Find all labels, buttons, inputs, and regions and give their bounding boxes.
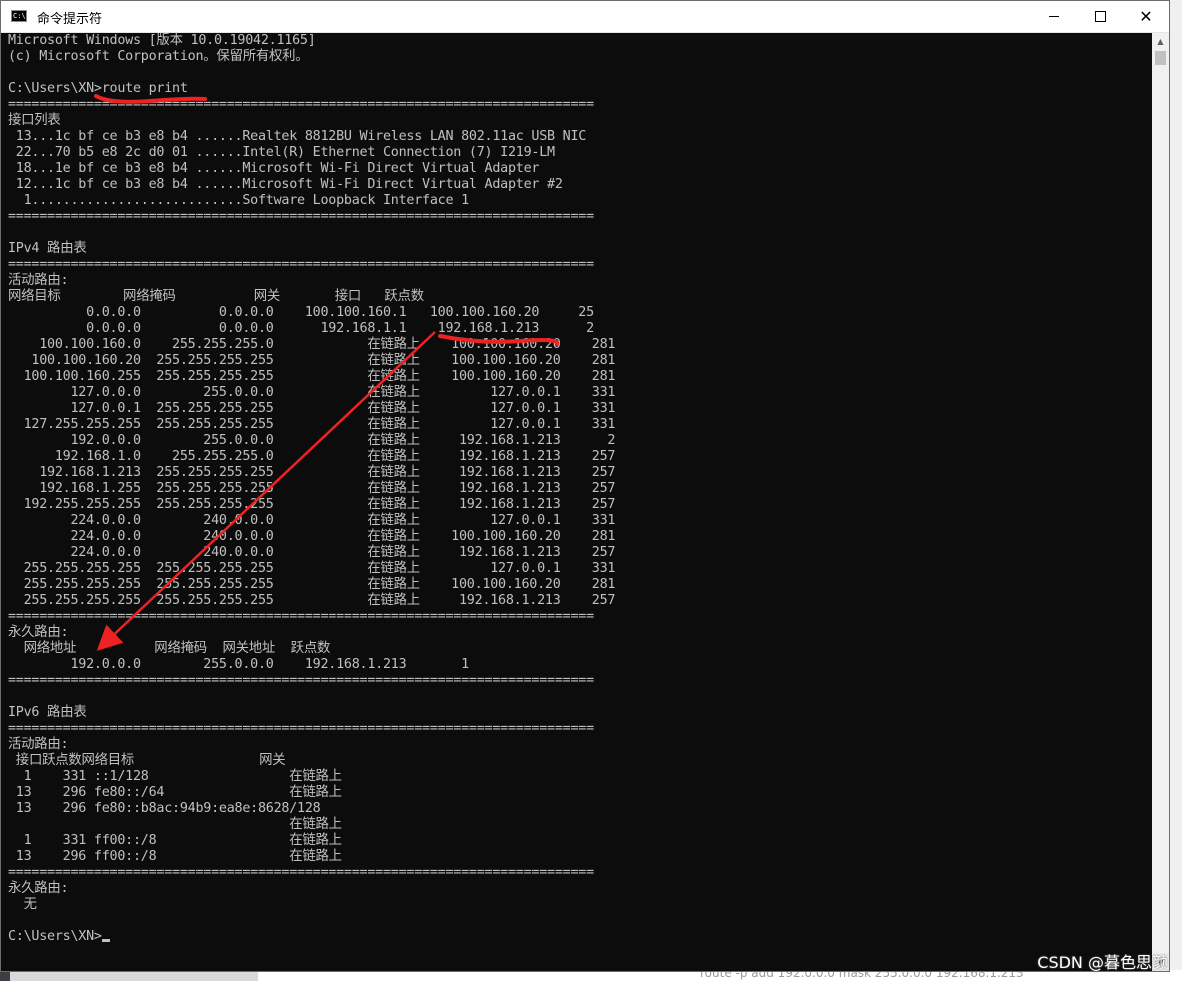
maximize-icon — [1094, 11, 1106, 22]
scroll-up-icon[interactable]: ▲ — [1152, 33, 1169, 50]
text-cursor — [101, 939, 110, 942]
cmd-window: C:\ 命令提示符 ✕ Microsoft Windows [版本 10.0.1… — [0, 0, 1170, 972]
close-icon: ✕ — [1139, 6, 1153, 26]
maximize-button[interactable] — [1077, 1, 1123, 32]
csdn-watermark: CSDN @暮色思颜 — [1037, 953, 1168, 972]
window-title: 命令提示符 — [37, 12, 103, 27]
title-bar[interactable]: C:\ 命令提示符 ✕ — [1, 1, 1169, 33]
scrollbar-thumb[interactable] — [1155, 51, 1166, 65]
console-output-area[interactable]: Microsoft Windows [版本 10.0.19042.1165] (… — [1, 33, 1153, 971]
close-button[interactable]: ✕ — [1123, 1, 1169, 32]
console-output-text: Microsoft Windows [版本 10.0.19042.1165] (… — [8, 33, 616, 944]
minimize-button[interactable] — [1031, 1, 1077, 32]
minimize-icon — [1049, 16, 1059, 17]
vertical-scrollbar[interactable]: ▲ ▼ — [1152, 33, 1169, 971]
cmd-app-icon[interactable]: C:\ — [11, 10, 27, 22]
